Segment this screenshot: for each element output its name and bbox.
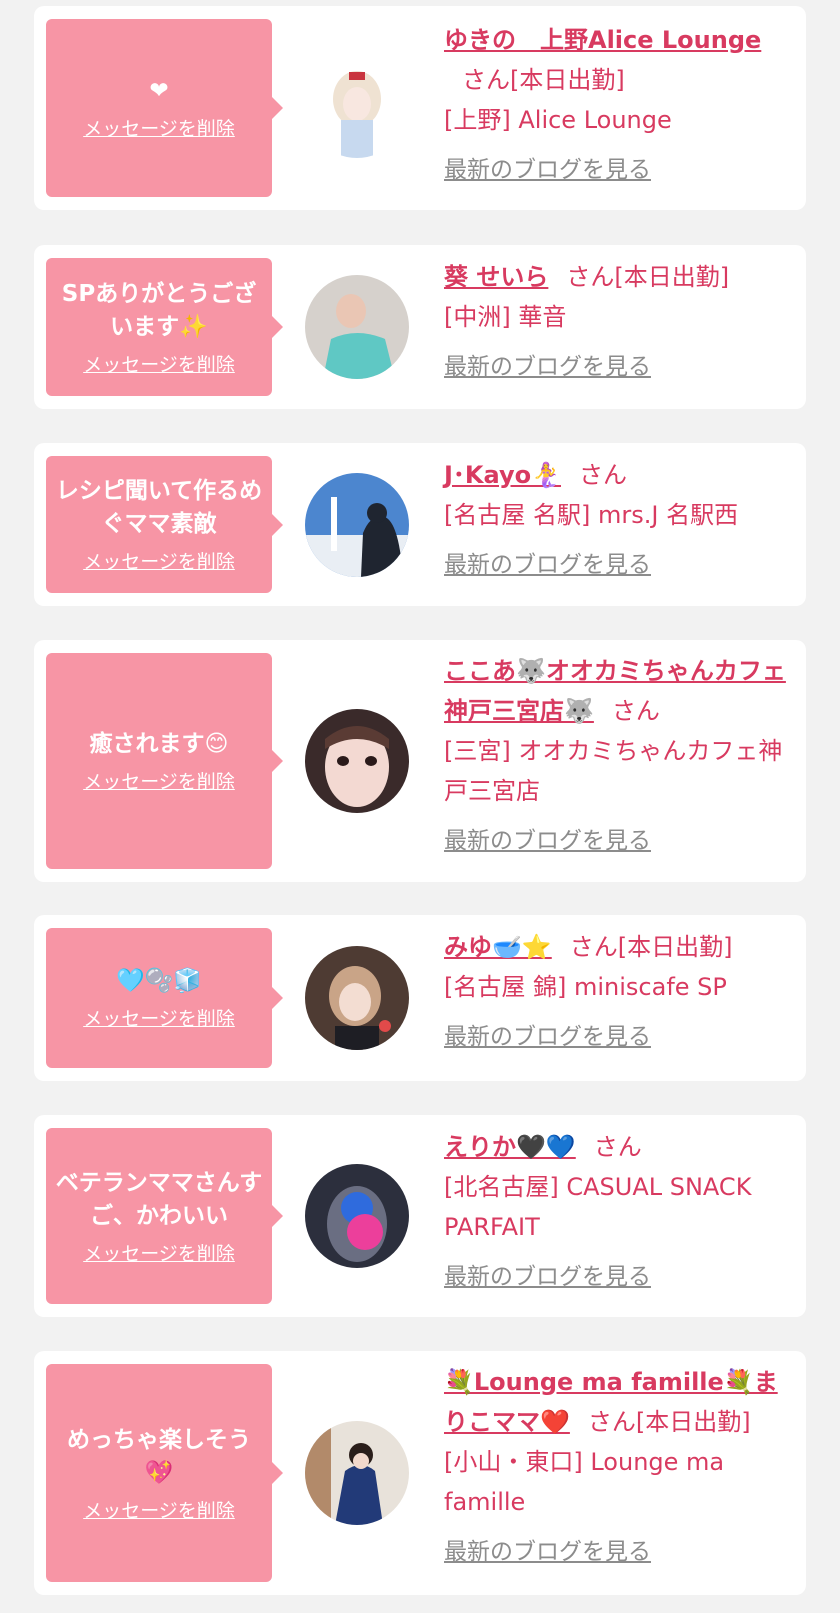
avatar[interactable] bbox=[305, 275, 409, 379]
shop-name: [小山・東口] Lounge ma famille bbox=[444, 1448, 725, 1516]
message-bubble: めっちゃ楽しそう💖 メッセージを削除 bbox=[46, 1364, 283, 1582]
blog-link[interactable]: 最新のブログを見る bbox=[444, 821, 651, 861]
message-bubble: SPありがとうございます✨ メッセージを削除 bbox=[46, 258, 283, 396]
message-list: ❤ メッセージを削除 ゆきの 上野Alice Lounge さん[本日出勤] [上… bbox=[0, 0, 840, 1613]
delete-message-link[interactable]: メッセージを削除 bbox=[83, 767, 235, 794]
message-bubble: ❤ メッセージを削除 bbox=[46, 19, 283, 197]
list-item: めっちゃ楽しそう💖 メッセージを削除 💐Lounge ma famille💐まり… bbox=[34, 1351, 806, 1595]
blog-link[interactable]: 最新のブログを見る bbox=[444, 1257, 651, 1297]
san-label: さん bbox=[611, 697, 660, 725]
cast-name-link[interactable]: みゆ🥣⭐️ bbox=[444, 933, 552, 961]
san-label: さん[本日出勤] bbox=[569, 933, 733, 961]
san-label: さん[本日出勤] bbox=[587, 1408, 751, 1436]
cast-info: 葵 せいら さん[本日出勤] [中洲] 華音 最新のブログを見る bbox=[444, 257, 794, 387]
list-item: レシピ聞いて作るめぐママ素敵 メッセージを削除 J･Kayo🧜‍♀️ さん [名古… bbox=[34, 443, 806, 606]
delete-message-link[interactable]: メッセージを削除 bbox=[83, 350, 235, 377]
cast-info: ここあ🐺オオカミちゃんカフェ神戸三宮店🐺 さん [三宮] オオカミちゃんカフェ神戸… bbox=[444, 651, 804, 861]
san-label: さん bbox=[579, 461, 627, 489]
message-bubble: ベテランママさんすご、かわいい メッセージを削除 bbox=[46, 1128, 283, 1304]
shop-name: [中洲] 華音 bbox=[444, 303, 567, 331]
cast-info: ゆきの 上野Alice Lounge さん[本日出勤] [上野] Alice Lo… bbox=[444, 20, 794, 190]
cast-name-link[interactable]: ゆきの 上野Alice Lounge bbox=[444, 26, 761, 54]
cast-name-link[interactable]: 葵 せいら bbox=[444, 263, 548, 291]
shop-name: [名古屋 錦] miniscafe SP bbox=[444, 973, 727, 1001]
avatar[interactable] bbox=[305, 473, 409, 577]
avatar[interactable] bbox=[305, 54, 409, 158]
cast-name-link[interactable]: J･Kayo🧜‍♀️ bbox=[444, 461, 561, 489]
message-bubble: 🩵🫧🧊 メッセージを削除 bbox=[46, 928, 283, 1068]
san-label: さん[本日出勤] bbox=[462, 66, 625, 94]
shop-name: [北名古屋] CASUAL SNACK PARFAIT bbox=[444, 1173, 752, 1241]
message-bubble: 癒されます😊 メッセージを削除 bbox=[46, 653, 283, 869]
avatar[interactable] bbox=[305, 1164, 409, 1268]
avatar[interactable] bbox=[305, 946, 409, 1050]
message-bubble: レシピ聞いて作るめぐママ素敵 メッセージを削除 bbox=[46, 456, 283, 593]
list-item: ❤ メッセージを削除 ゆきの 上野Alice Lounge さん[本日出勤] [上… bbox=[34, 6, 806, 210]
list-item: 癒されます😊 メッセージを削除 ここあ🐺オオカミちゃんカフェ神戸三宮店🐺 さん [… bbox=[34, 640, 806, 882]
delete-message-link[interactable]: メッセージを削除 bbox=[83, 1496, 235, 1523]
san-label: さん bbox=[593, 1133, 642, 1161]
delete-message-link[interactable]: メッセージを削除 bbox=[83, 1239, 235, 1266]
message-text: 癒されます😊 bbox=[89, 731, 229, 757]
blog-link[interactable]: 最新のブログを見る bbox=[444, 347, 651, 387]
list-item: ベテランママさんすご、かわいい メッセージを削除 えりか🖤💙 さん [北名古屋] … bbox=[34, 1115, 806, 1317]
delete-message-link[interactable]: メッセージを削除 bbox=[83, 1004, 235, 1031]
delete-message-link[interactable]: メッセージを削除 bbox=[83, 547, 235, 574]
avatar[interactable] bbox=[305, 709, 409, 813]
cast-info: みゆ🥣⭐️ さん[本日出勤] [名古屋 錦] miniscafe SP 最新のブロ… bbox=[444, 927, 794, 1057]
message-text: SPありがとうございます✨ bbox=[61, 280, 257, 340]
message-text: めっちゃ楽しそう💖 bbox=[67, 1426, 251, 1486]
blog-link[interactable]: 最新のブログを見る bbox=[444, 1532, 651, 1572]
delete-message-link[interactable]: メッセージを削除 bbox=[83, 114, 235, 141]
cast-name-link[interactable]: えりか🖤💙 bbox=[444, 1133, 576, 1161]
list-item: SPありがとうございます✨ メッセージを削除 葵 せいら さん[本日出勤] [中洲… bbox=[34, 245, 806, 409]
message-text: 🩵🫧🧊 bbox=[116, 968, 202, 994]
blog-link[interactable]: 最新のブログを見る bbox=[444, 1017, 651, 1057]
list-item: 🩵🫧🧊 メッセージを削除 みゆ🥣⭐️ さん[本日出勤] [名古屋 錦] minis… bbox=[34, 915, 806, 1081]
shop-name: [名古屋 名駅] mrs.J 名駅西 bbox=[444, 501, 739, 529]
cast-info: J･Kayo🧜‍♀️ さん [名古屋 名駅] mrs.J 名駅西 最新のブログを見… bbox=[444, 455, 794, 585]
shop-name: [上野] Alice Lounge bbox=[444, 106, 672, 134]
avatar[interactable] bbox=[305, 1421, 409, 1525]
message-text: ベテランママさんすご、かわいい bbox=[55, 1169, 263, 1229]
cast-info: 💐Lounge ma famille💐まりこママ❤️ さん[本日出勤] [小山・東… bbox=[444, 1362, 794, 1572]
blog-link[interactable]: 最新のブログを見る bbox=[444, 150, 651, 190]
shop-name: [三宮] オオカミちゃんカフェ神戸三宮店 bbox=[444, 737, 783, 805]
message-text: ❤ bbox=[149, 78, 169, 104]
message-text: レシピ聞いて作るめぐママ素敵 bbox=[55, 478, 263, 537]
san-label: さん[本日出勤] bbox=[566, 263, 730, 291]
blog-link[interactable]: 最新のブログを見る bbox=[444, 545, 651, 585]
cast-info: えりか🖤💙 さん [北名古屋] CASUAL SNACK PARFAIT 最新のブ… bbox=[444, 1127, 794, 1297]
